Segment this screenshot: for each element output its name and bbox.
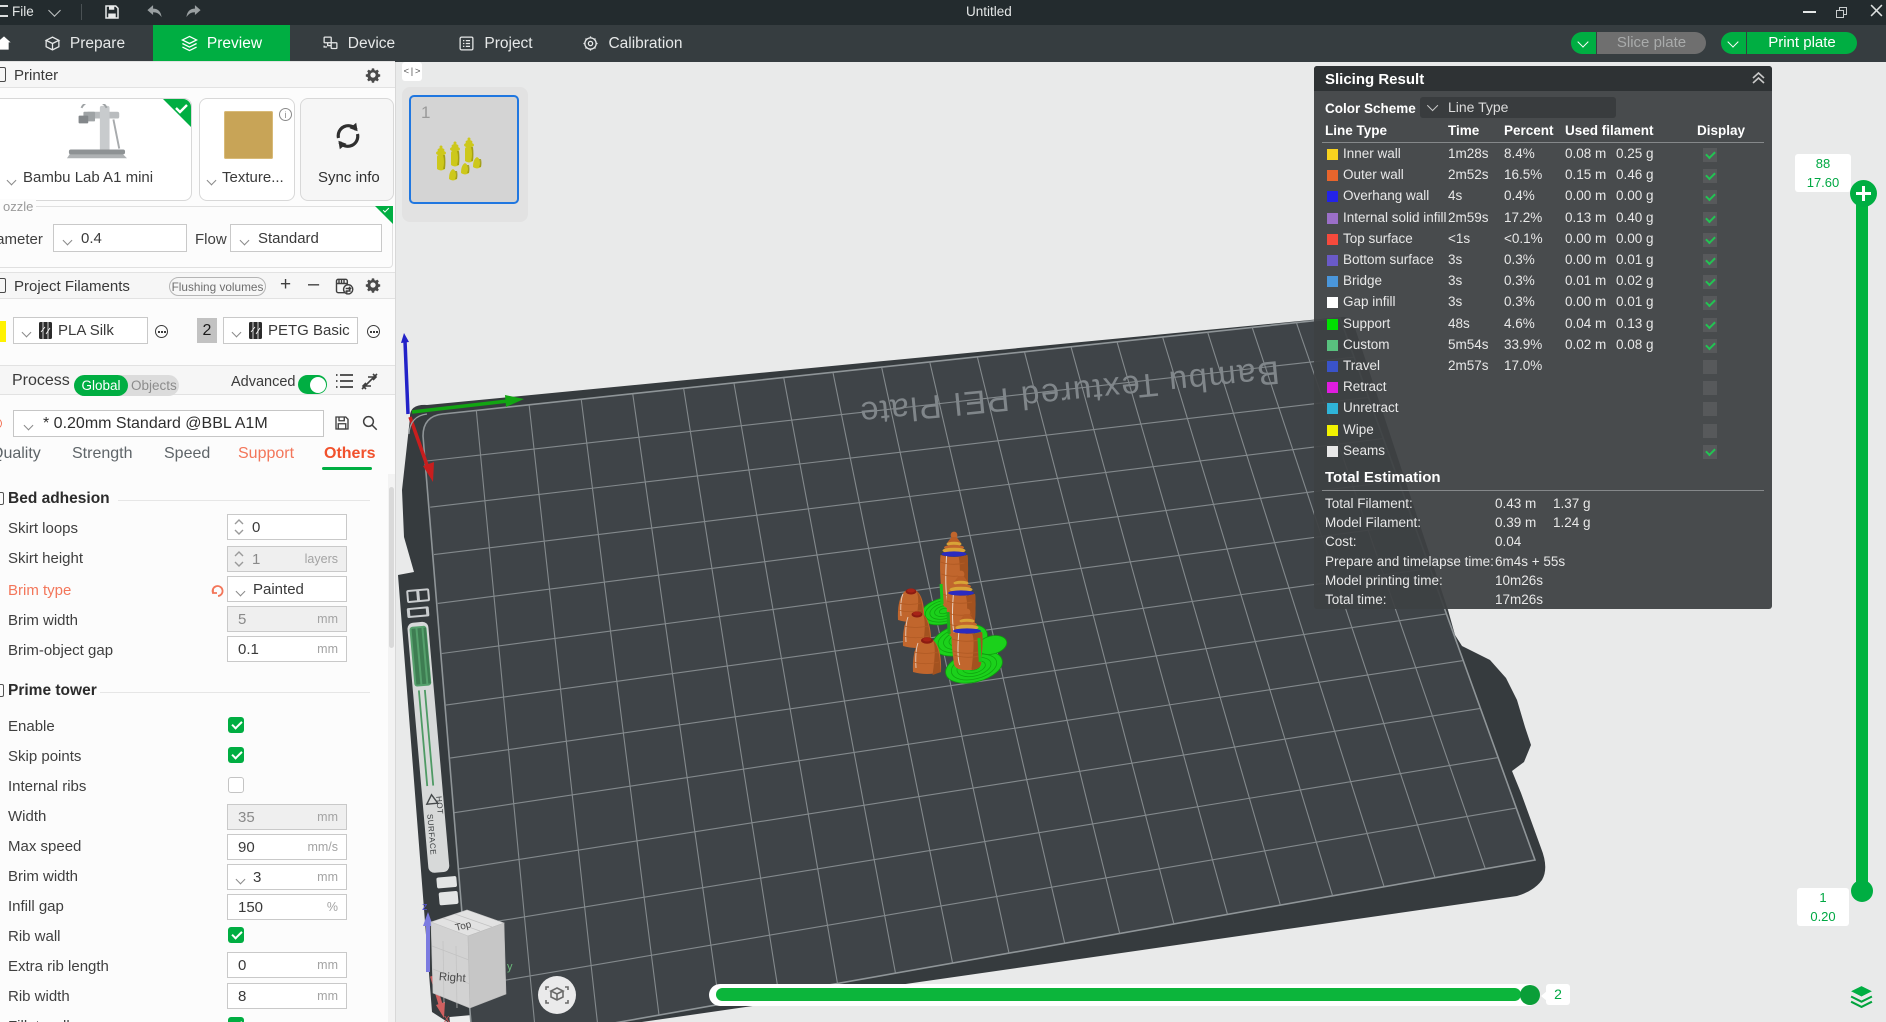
svg-text:Right: Right — [438, 971, 466, 985]
svg-text:z: z — [422, 901, 428, 913]
svg-text:x: x — [444, 1013, 450, 1022]
svg-text:HOT: HOT — [434, 796, 445, 815]
svg-text:y: y — [507, 961, 513, 973]
